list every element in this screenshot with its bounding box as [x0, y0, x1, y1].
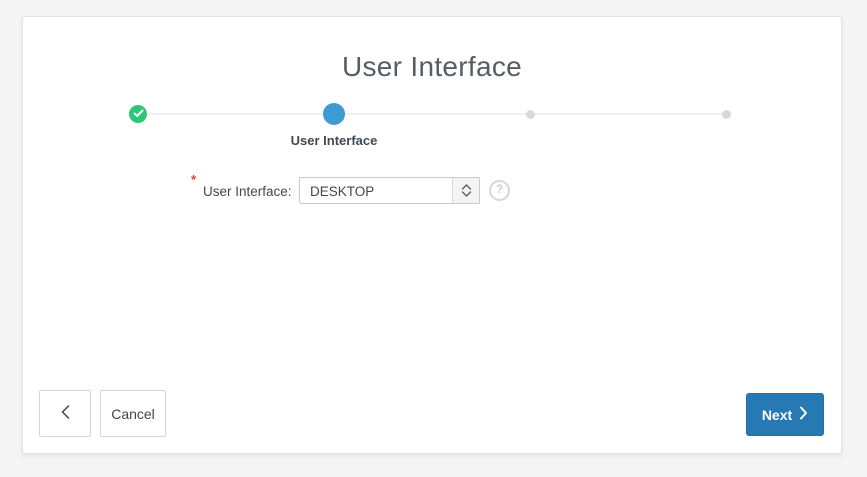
user-interface-select[interactable]: DESKTOP — [299, 177, 480, 204]
user-interface-select-value: DESKTOP — [310, 184, 374, 199]
page-background: User Interface User Interface * User Int… — [0, 0, 867, 477]
next-button[interactable]: Next — [746, 393, 824, 436]
next-button-label: Next — [762, 407, 792, 423]
chevron-left-icon — [60, 404, 71, 423]
step-pending-marker — [526, 110, 535, 119]
select-spinner-icon[interactable] — [452, 178, 479, 203]
wizard-card: User Interface User Interface * User Int… — [22, 16, 842, 454]
user-interface-label: User Interface: — [203, 184, 292, 199]
user-interface-form-row: * User Interface: DESKTOP ? — [23, 177, 841, 205]
page-title: User Interface — [23, 51, 841, 83]
chevron-right-icon — [799, 406, 808, 423]
stepper-line — [138, 113, 726, 115]
active-step-label: User Interface — [254, 133, 414, 148]
step-done-marker — [129, 105, 147, 123]
help-icon[interactable]: ? — [489, 180, 510, 201]
required-marker: * — [191, 172, 196, 187]
check-icon — [133, 105, 144, 123]
cancel-button[interactable]: Cancel — [100, 390, 166, 437]
step-active-marker — [323, 103, 345, 125]
back-button[interactable] — [39, 390, 91, 437]
step-pending-marker — [722, 110, 731, 119]
